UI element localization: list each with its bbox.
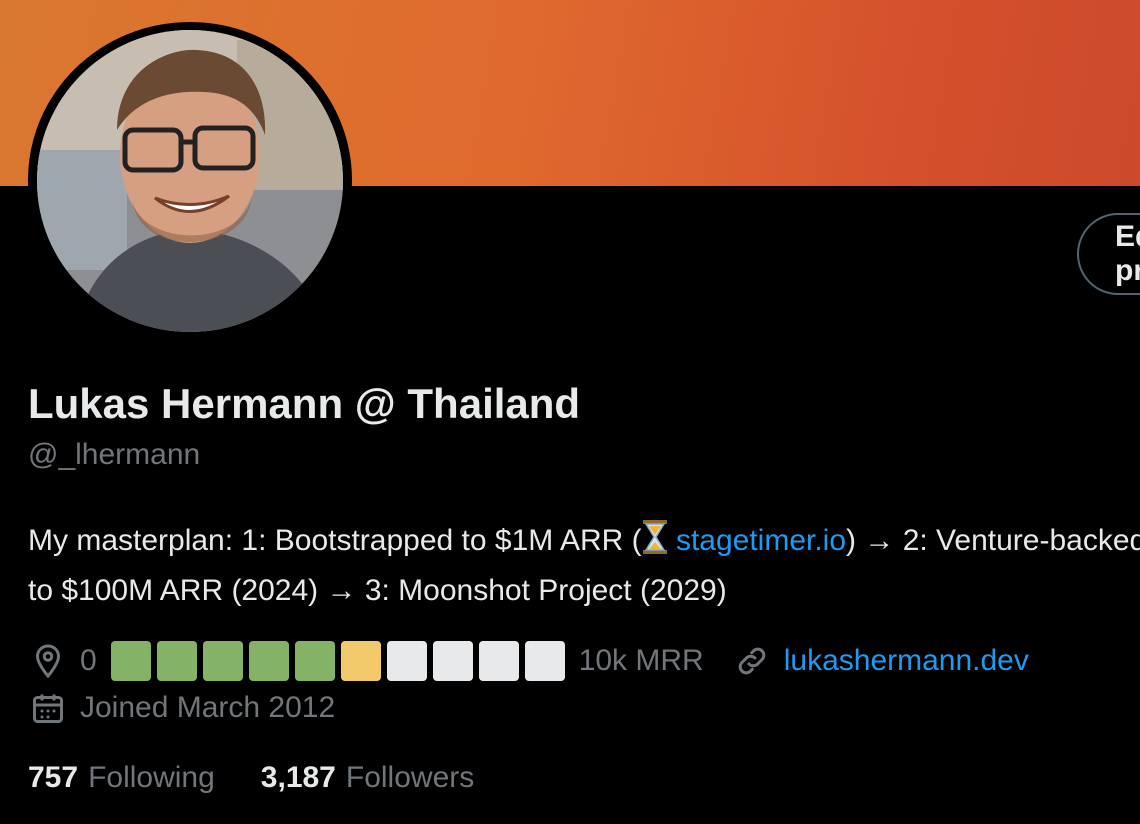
calendar-icon xyxy=(30,690,66,726)
location-end-label: 10k MRR xyxy=(578,644,704,677)
display-name: Lukas Hermann @ Thailand xyxy=(28,380,581,427)
profile-bio: My masterplan: 1: Bootstrapped to $1M AR… xyxy=(28,518,1140,614)
following-label: Following xyxy=(88,761,215,794)
bio-prefix: My masterplan: 1: Bootstrapped to $1M AR… xyxy=(28,524,642,557)
progress-box-empty xyxy=(386,641,427,681)
edit-profile-label: Edit profile xyxy=(1115,220,1140,287)
progress-box-empty xyxy=(432,641,473,681)
followers-label: Followers xyxy=(345,761,475,794)
location-start-label: 0 xyxy=(80,644,97,677)
joined-row: Joined March 2012 xyxy=(30,686,335,730)
hourglass-icon xyxy=(642,520,668,568)
mrr-progress-bar xyxy=(110,641,565,681)
progress-box-done xyxy=(248,641,289,681)
profile-page: Edit profile Lukas Hermann @ Thailand @_… xyxy=(0,0,1140,824)
joined-date: Joined March 2012 xyxy=(80,691,336,724)
followers-link[interactable]: 3,187 Followers xyxy=(261,761,474,795)
bio-line-2: to $100M ARR (2024) → 3: Moonshot Projec… xyxy=(28,574,727,607)
progress-box-empty xyxy=(478,641,519,681)
bio-link-stagetimer[interactable]: stagetimer.io xyxy=(676,524,846,557)
bio-after-link: ) → 2: Venture-backed xyxy=(846,524,1140,557)
link-icon xyxy=(734,643,770,679)
profile-meta-row: 0 10k MRR lukashermann.dev xyxy=(30,636,1029,686)
edit-profile-button[interactable]: Edit profile xyxy=(1077,213,1140,295)
user-handle: @_lhermann xyxy=(28,438,201,471)
website-link[interactable]: lukashermann.dev xyxy=(784,644,1029,678)
location-pin-icon xyxy=(30,643,66,679)
avatar-photo xyxy=(37,30,343,332)
progress-box-done xyxy=(110,641,151,681)
progress-box-current xyxy=(340,641,381,681)
progress-box-done xyxy=(156,641,197,681)
progress-box-done xyxy=(294,641,335,681)
progress-box-empty xyxy=(524,641,565,681)
progress-box-done xyxy=(202,641,243,681)
following-count: 757 xyxy=(28,761,79,794)
follow-stats: 757 Following 3,187 Followers xyxy=(28,756,520,800)
followers-count: 3,187 xyxy=(260,761,336,794)
bio-line-1: My masterplan: 1: Bootstrapped to $1M AR… xyxy=(28,518,1140,568)
following-link[interactable]: 757 Following xyxy=(28,761,215,795)
avatar[interactable] xyxy=(37,30,343,332)
